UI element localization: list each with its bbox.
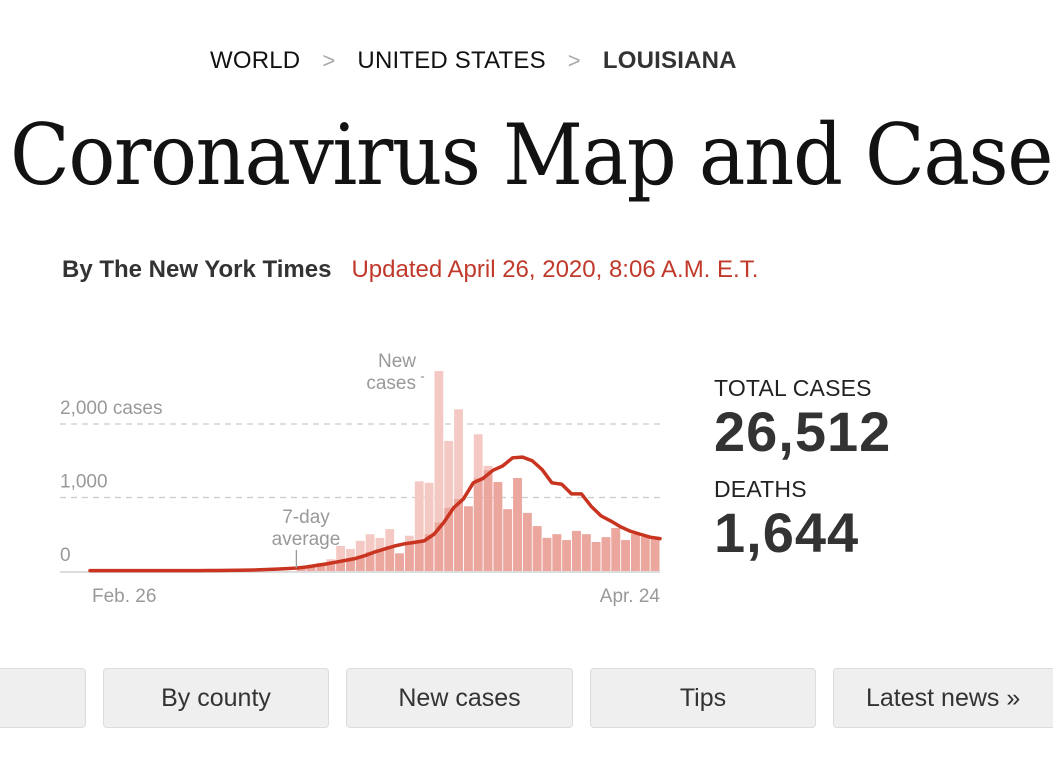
new-cases-bar-under-average xyxy=(493,482,503,571)
x-tick-label: Apr. 24 xyxy=(600,586,661,607)
new-cases-bar-under-average xyxy=(650,539,660,571)
deaths-label: DEATHS xyxy=(714,476,807,502)
new-cases-bar-under-average xyxy=(552,534,562,571)
breadcrumb-separator: > xyxy=(322,48,336,73)
new-cases-bar-under-average xyxy=(454,498,463,571)
breadcrumb-separator: > xyxy=(567,48,581,73)
axis-labels: 0 1,000 2,000 cases Feb. 26 Apr. 24 xyxy=(60,398,660,607)
y-tick-label: 2,000 cases xyxy=(60,398,162,419)
new-cases-bar-under-average xyxy=(532,526,542,571)
y-tick-label: 1,000 xyxy=(60,472,108,493)
stats-panel: TOTAL CASES 26,512 DEATHS 1,644 xyxy=(714,375,891,563)
breadcrumb-united-states[interactable]: UNITED STATES xyxy=(357,47,545,75)
deaths-block: DEATHS 1,644 xyxy=(714,476,891,563)
nav-button-by-county[interactable]: By county xyxy=(103,668,329,728)
new-cases-bar-under-average xyxy=(631,534,640,571)
new-cases-bar-under-average xyxy=(395,553,404,571)
new-cases-bar-under-average xyxy=(522,512,532,571)
byline: By The New York Times Updated April 26, … xyxy=(62,256,758,284)
deaths-value: 1,644 xyxy=(714,501,860,564)
byline-author: By The New York Times xyxy=(62,256,332,283)
nav-button-tips[interactable]: Tips xyxy=(590,668,816,728)
new-cases-bar-under-average xyxy=(572,530,581,571)
new-cases-bar-under-average xyxy=(581,534,591,571)
new-cases-annotation-line1: New xyxy=(378,351,416,372)
annotations: Newcases 7-dayaverage xyxy=(272,351,425,568)
average-annotation-line1: 7-day xyxy=(282,507,330,528)
nav-button-partial[interactable] xyxy=(0,668,86,728)
page-title: Coronavirus Map and Case xyxy=(10,106,1053,204)
new-cases-bar-under-average xyxy=(621,540,631,571)
breadcrumb: WORLD > UNITED STATES > LOUISIANA xyxy=(210,47,737,75)
new-cases-bar-under-average xyxy=(611,528,621,571)
x-tick-label: Feb. 26 xyxy=(92,586,156,607)
new-cases-bar-under-average xyxy=(473,478,483,571)
chart-svg: 0 1,000 2,000 cases Feb. 26 Apr. 24 Newcases… xyxy=(60,351,662,607)
new-cases-bar-under-average xyxy=(503,509,513,571)
new-cases-bar-under-average xyxy=(414,540,424,571)
total-cases-value: 26,512 xyxy=(714,400,892,463)
breadcrumb-louisiana: LOUISIANA xyxy=(602,47,737,74)
section-nav: By county New cases Tips Latest news » xyxy=(0,668,1053,730)
total-cases-label: TOTAL CASES xyxy=(714,375,872,401)
new-cases-bar-under-average xyxy=(513,478,522,571)
total-cases-block: TOTAL CASES 26,512 xyxy=(714,375,891,462)
new-cases-bar-under-average xyxy=(640,537,650,571)
new-cases-bar-under-average xyxy=(483,470,493,571)
y-tick-label: 0 xyxy=(60,545,71,566)
nav-button-new-cases[interactable]: New cases xyxy=(346,668,573,728)
bars xyxy=(296,371,660,571)
breadcrumb-world[interactable]: WORLD xyxy=(210,47,300,75)
new-cases-bar-under-average xyxy=(562,540,572,571)
new-cases-bar-under-average xyxy=(463,506,473,571)
updated-timestamp: Updated April 26, 2020, 8:06 A.M. E.T. xyxy=(351,256,759,283)
new-cases-bar-under-average xyxy=(601,537,611,571)
nav-button-latest-news[interactable]: Latest news » xyxy=(833,668,1053,728)
new-cases-annotation-line2: cases xyxy=(366,373,416,394)
average-annotation-line2: average xyxy=(272,529,341,550)
new-cases-chart: 0 1,000 2,000 cases Feb. 26 Apr. 24 New cases… xyxy=(0,330,700,620)
new-cases-bar-under-average xyxy=(404,542,414,571)
new-cases-bar-under-average xyxy=(591,541,601,571)
new-cases-bar-under-average xyxy=(542,537,552,571)
